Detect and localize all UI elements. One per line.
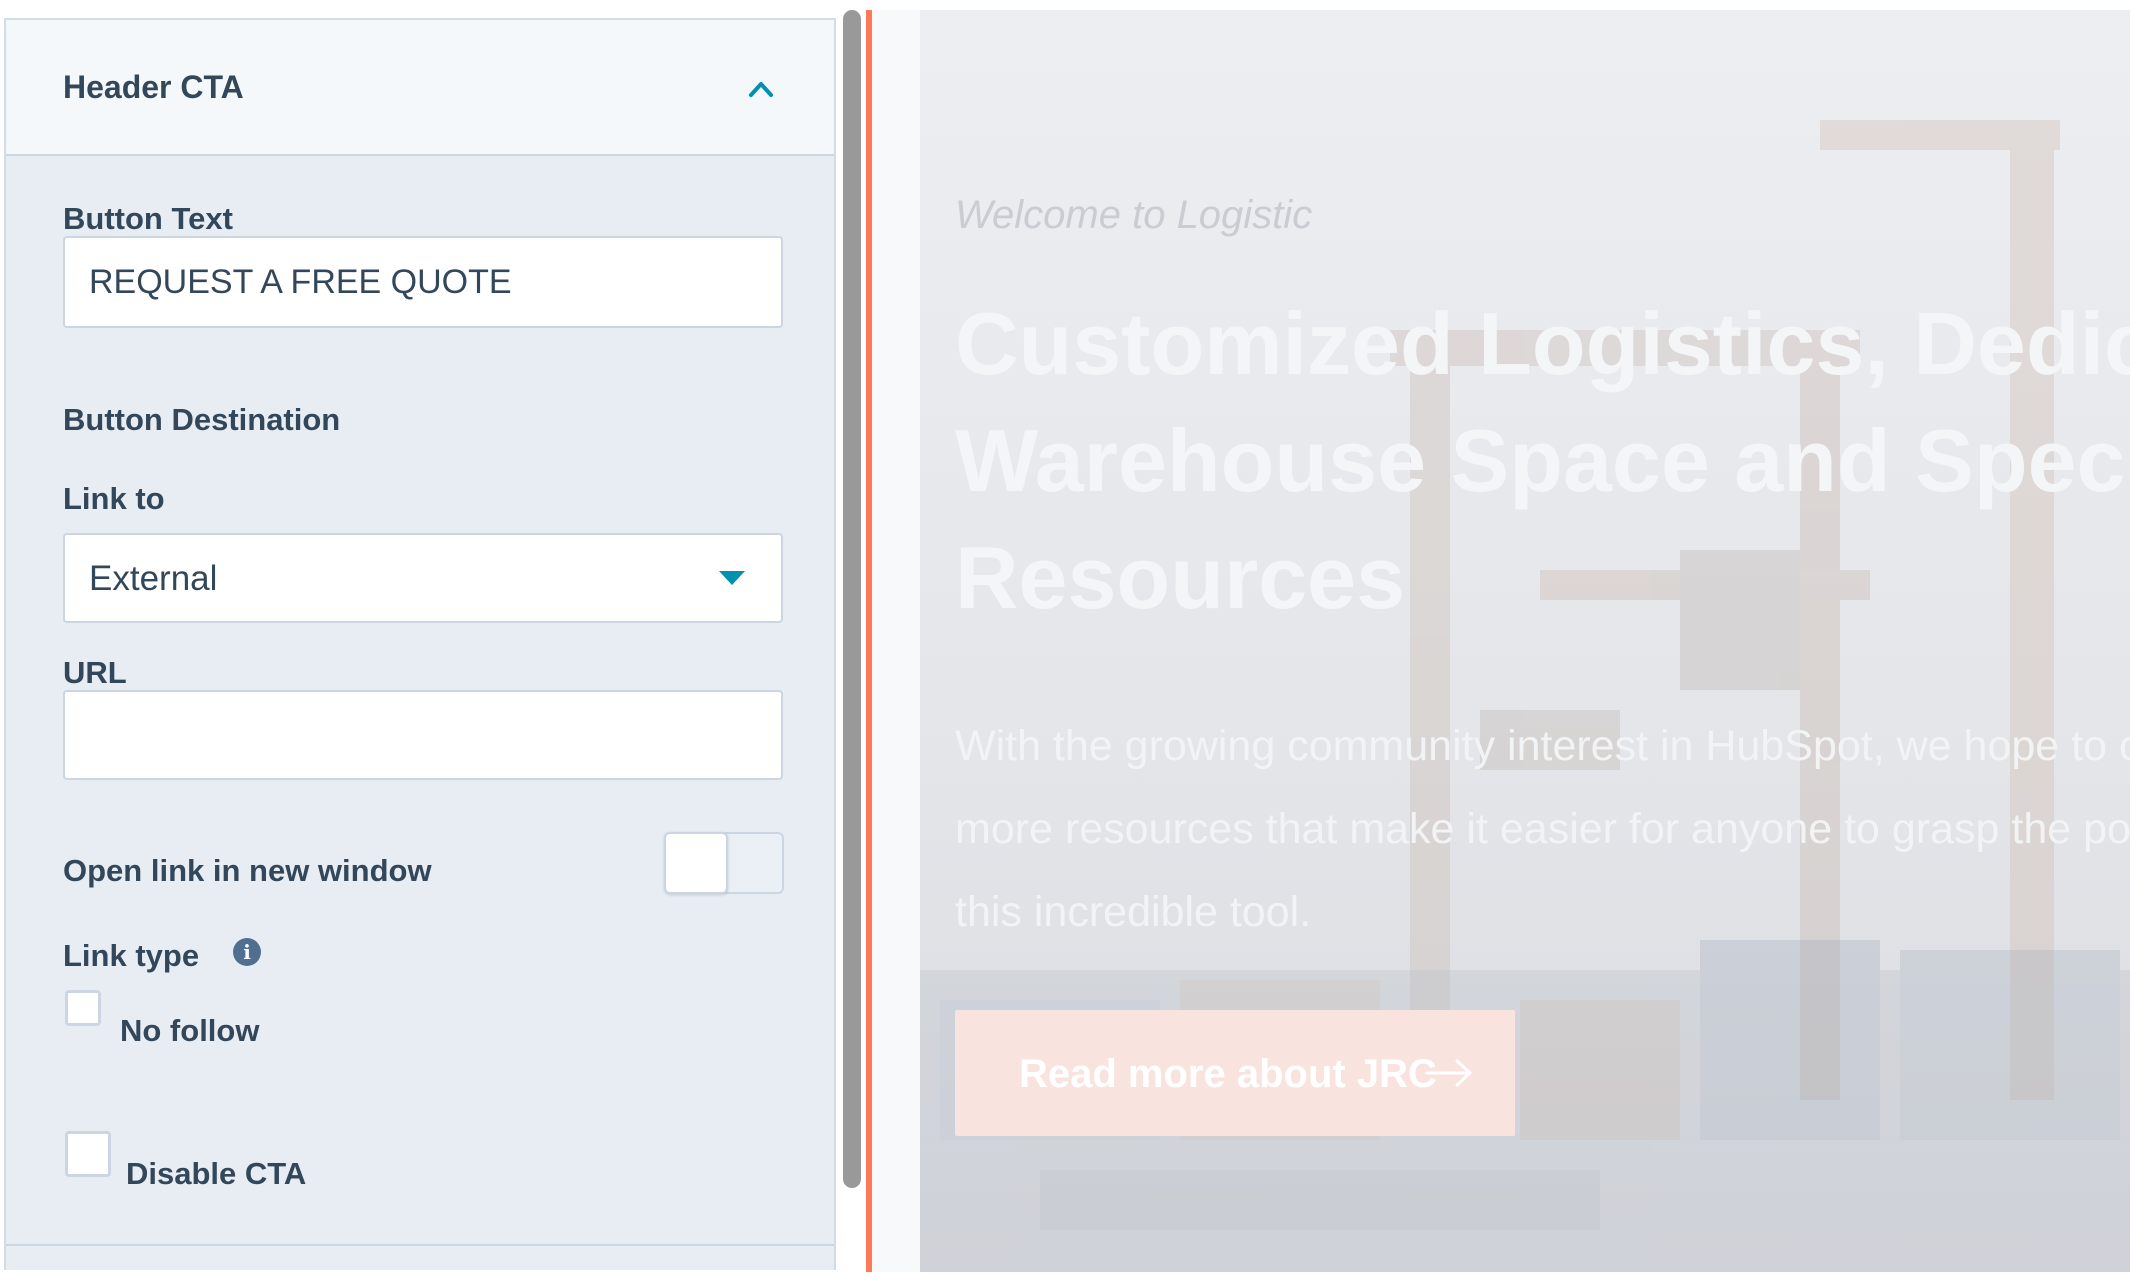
scrollbar-thumb[interactable] — [843, 10, 861, 1188]
hero-title-line: Resources — [955, 528, 1406, 627]
button-destination-label: Button Destination — [63, 402, 341, 437]
caret-down-icon — [719, 571, 745, 585]
disable-cta-checkbox[interactable] — [65, 1131, 111, 1177]
preview-margin — [872, 10, 920, 1272]
hero-title-line: Customized Logistics, Dedicated — [955, 294, 2130, 393]
hero-description-line: this incredible tool. — [955, 888, 1312, 936]
hero-description: With the growing community interest in H… — [955, 705, 2130, 954]
hero-description-line: more resources that make it easier for a… — [955, 805, 2130, 853]
open-new-window-label: Open link in new window — [63, 853, 432, 888]
toggle-knob — [664, 832, 728, 894]
button-text-label: Button Text — [63, 201, 233, 236]
link-to-label: Link to — [63, 481, 165, 516]
section-title: Header CTA — [63, 69, 244, 105]
button-text-input[interactable] — [63, 236, 783, 328]
top-strip — [0, 0, 2130, 10]
read-more-button[interactable]: Read more about JRC — [955, 1010, 1515, 1136]
link-type-label: Link type — [63, 938, 200, 973]
section-header-header-cta[interactable]: Header CTA — [6, 20, 834, 156]
read-more-button-label: Read more about JRC — [1019, 1052, 1437, 1096]
hero-title-line: Warehouse Space and Specialized — [955, 411, 2130, 510]
link-to-selected-value: External — [89, 559, 218, 598]
arrow-right-icon — [1425, 1059, 1472, 1087]
no-follow-label: No follow — [120, 1013, 260, 1048]
disable-cta-label: Disable CTA — [126, 1156, 307, 1191]
url-input[interactable] — [63, 690, 783, 780]
info-icon[interactable]: i — [233, 938, 261, 966]
chevron-up-icon[interactable] — [746, 74, 776, 104]
no-follow-checkbox[interactable] — [65, 990, 101, 1026]
hero-welcome-text: Welcome to Logistic — [955, 193, 1313, 237]
link-to-select[interactable]: External — [63, 533, 783, 623]
open-new-window-toggle[interactable] — [664, 832, 784, 894]
settings-panel: Header CTA Button Text Button Destinatio… — [4, 18, 836, 1270]
hero-description-line: With the growing community interest in H… — [955, 722, 2130, 770]
divider — [6, 1244, 834, 1246]
url-label: URL — [63, 655, 127, 690]
hero-title: Customized Logistics, Dedicated Warehous… — [955, 285, 2130, 636]
page-preview: Welcome to Logistic Customized Logistics… — [872, 10, 2130, 1272]
